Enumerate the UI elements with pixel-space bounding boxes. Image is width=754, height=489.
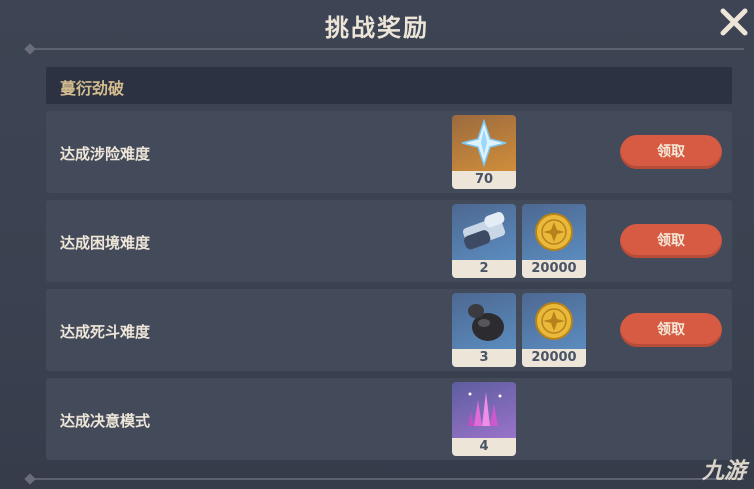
item-count: 3 bbox=[452, 349, 516, 367]
mora-coin-icon bbox=[522, 293, 586, 349]
scroll-icon bbox=[452, 204, 516, 260]
section-title: 蔓衍劲破 bbox=[60, 79, 125, 98]
gourd-icon bbox=[452, 293, 516, 349]
reward-item[interactable]: 3 bbox=[452, 293, 516, 367]
item-count: 20000 bbox=[522, 260, 586, 278]
row-label: 达成决意模式 bbox=[60, 412, 151, 430]
reward-row: 达成困境难度 2 20000 领取 bbox=[46, 200, 732, 282]
reward-item[interactable]: 20000 bbox=[522, 293, 586, 367]
reward-item[interactable]: 2 bbox=[452, 204, 516, 278]
claim-button[interactable]: 领取 bbox=[620, 313, 722, 347]
reward-row: 达成决意模式 4 bbox=[46, 378, 732, 460]
reward-row: 达成死斗难度 3 20000 领取 bbox=[46, 289, 732, 371]
crystal-icon bbox=[452, 382, 516, 438]
item-count: 2 bbox=[452, 260, 516, 278]
row-label: 达成涉险难度 bbox=[60, 145, 151, 163]
mora-coin-icon bbox=[522, 204, 586, 260]
primogem-icon bbox=[452, 115, 516, 171]
item-count: 20000 bbox=[522, 349, 586, 367]
row-label: 达成困境难度 bbox=[60, 234, 151, 252]
claim-button[interactable]: 领取 bbox=[620, 135, 722, 169]
close-button[interactable] bbox=[718, 6, 750, 38]
reward-row: 达成涉险难度 70 领取 bbox=[46, 111, 732, 193]
reward-item[interactable]: 4 bbox=[452, 382, 516, 456]
item-count: 70 bbox=[452, 171, 516, 189]
reward-item[interactable]: 70 bbox=[452, 115, 516, 189]
window-title: 挑战奖励 bbox=[325, 14, 429, 42]
claim-button[interactable]: 领取 bbox=[620, 224, 722, 258]
watermark-logo: 九游 bbox=[701, 459, 746, 484]
reward-item[interactable]: 20000 bbox=[522, 204, 586, 278]
item-count: 4 bbox=[452, 438, 516, 456]
section-header: 蔓衍劲破 bbox=[46, 67, 732, 104]
top-divider bbox=[30, 48, 744, 50]
row-label: 达成死斗难度 bbox=[60, 323, 151, 341]
bottom-divider bbox=[30, 478, 744, 480]
close-icon bbox=[720, 8, 748, 36]
